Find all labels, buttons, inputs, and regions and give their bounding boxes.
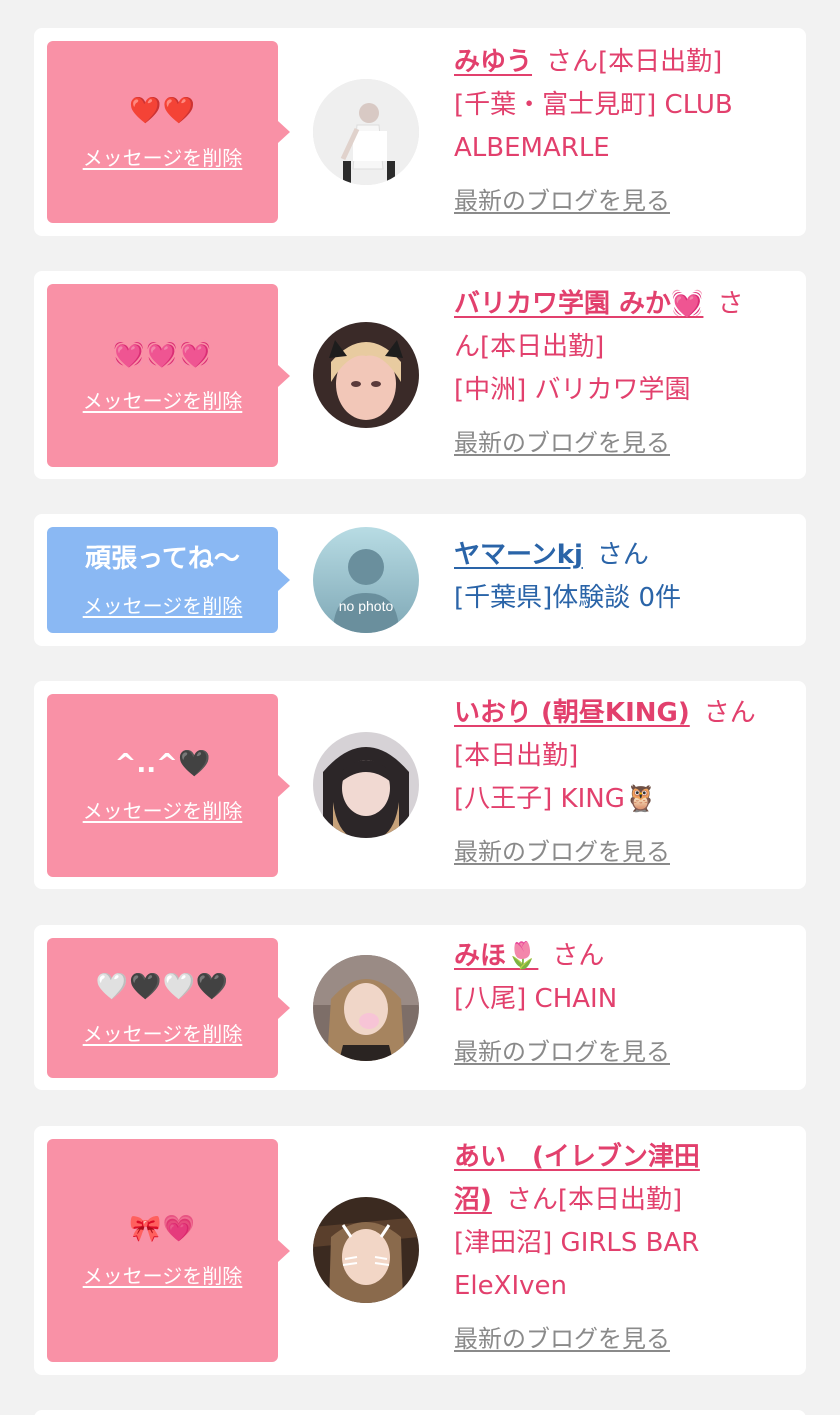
- shop-line: ALBEMARLE: [454, 133, 610, 163]
- message-card: ^..^🖤 メッセージを削除 いおり (朝昼KING) さん [本日出勤] [八王…: [34, 681, 806, 889]
- message-card: 頑張ってね〜 メッセージを削除 no photo ヤマーンkj さん [千葉県]体…: [34, 514, 806, 646]
- delete-message-link[interactable]: メッセージを削除: [83, 795, 243, 824]
- name-suffix: さん[本日出勤]: [546, 47, 723, 77]
- message-card-partial: [34, 1410, 806, 1415]
- name-suffix: さ: [717, 289, 744, 319]
- name-suffix: さん: [703, 698, 756, 728]
- name-suffix: さん: [596, 540, 649, 570]
- profile-info: いおり (朝昼KING) さん [本日出勤] [八王子] KING🦉 最新のブログ…: [454, 692, 794, 874]
- latest-blog-link[interactable]: 最新のブログを見る: [454, 831, 794, 874]
- shop-line: EleXIven: [454, 1271, 567, 1301]
- latest-blog-link[interactable]: 最新のブログを見る: [454, 1031, 794, 1074]
- latest-blog-link[interactable]: 最新のブログを見る: [454, 422, 794, 465]
- profile-name-link[interactable]: あい (イレブン津田: [454, 1142, 700, 1172]
- avatar[interactable]: [313, 322, 419, 428]
- latest-blog-link[interactable]: 最新のブログを見る: [454, 180, 794, 223]
- message-card: 🎀💗 メッセージを削除 あい (イレブン津田 沼) さん[本日出勤] [津田沼] …: [34, 1126, 806, 1375]
- message-bubble: 🎀💗 メッセージを削除: [47, 1139, 290, 1362]
- no-photo-avatar[interactable]: no photo: [313, 527, 419, 633]
- profile-name-link-cont[interactable]: 沼): [454, 1185, 492, 1215]
- latest-blog-link[interactable]: 最新のブログを見る: [454, 1318, 794, 1361]
- message-bubble: ❤️❤️ メッセージを削除: [47, 41, 290, 223]
- message-text: 頑張ってね〜: [85, 543, 240, 574]
- delete-message-link[interactable]: メッセージを削除: [83, 1260, 243, 1289]
- shop-line: [中洲] バリカワ学園: [454, 375, 691, 405]
- profile-info: あい (イレブン津田 沼) さん[本日出勤] [津田沼] GIRLS BAR El…: [454, 1136, 794, 1361]
- profile-name-link[interactable]: バリカワ学園 みか💓: [454, 289, 703, 319]
- attendance-line: [本日出勤]: [454, 741, 579, 771]
- message-bubble: 🤍🖤🤍🖤 メッセージを削除: [47, 938, 290, 1078]
- delete-message-link[interactable]: メッセージを削除: [83, 1018, 243, 1047]
- avatar[interactable]: [313, 732, 419, 838]
- name-suffix: さん[本日出勤]: [505, 1185, 683, 1215]
- profile-info: みほ🌷 さん [八尾] CHAIN 最新のブログを見る: [454, 935, 794, 1074]
- message-text: 🤍🖤🤍🖤: [95, 971, 230, 1002]
- name-suffix-cont: ん[本日出勤]: [454, 332, 605, 362]
- message-bubble: 💓💓💓 メッセージを削除: [47, 284, 290, 467]
- message-text: 🎀💗: [129, 1214, 196, 1244]
- avatar[interactable]: [313, 1197, 419, 1303]
- message-text: ❤️❤️: [129, 95, 196, 126]
- shop-line: [千葉・富士見町] CLUB: [454, 90, 733, 120]
- message-bubble: 頑張ってね〜 メッセージを削除: [47, 527, 290, 633]
- no-photo-label: no photo: [339, 598, 394, 614]
- profile-name-link[interactable]: ヤマーンkj: [454, 540, 583, 570]
- profile-name-link[interactable]: いおり (朝昼KING): [454, 698, 690, 728]
- shop-line: [津田沼] GIRLS BAR: [454, 1228, 700, 1258]
- profile-name-link[interactable]: みゆう: [454, 47, 532, 77]
- delete-message-link[interactable]: メッセージを削除: [83, 385, 243, 414]
- message-card: ❤️❤️ メッセージを削除 みゆう さん[本日出勤] [千葉・富士見町] CLUB…: [34, 28, 806, 236]
- shop-line: [八尾] CHAIN: [454, 984, 618, 1014]
- profile-info: ヤマーンkj さん [千葉県]体験談 0件: [454, 534, 794, 620]
- message-card: 🤍🖤🤍🖤 メッセージを削除 みほ🌷 さん [八尾] CHAIN 最新のブログを見る: [34, 925, 806, 1090]
- message-bubble: ^..^🖤 メッセージを削除: [47, 694, 290, 877]
- message-card: 💓💓💓 メッセージを削除 バリカワ学園 みか💓 さ ん[本日出勤] [中洲] バリ…: [34, 271, 806, 479]
- profile-name-link[interactable]: みほ🌷: [454, 941, 538, 971]
- avatar[interactable]: [313, 79, 419, 185]
- profile-info: バリカワ学園 みか💓 さ ん[本日出勤] [中洲] バリカワ学園 最新のブログを見…: [454, 283, 794, 465]
- shop-line: [八王子] KING🦉: [454, 784, 658, 814]
- message-text: 💓💓💓: [112, 339, 213, 369]
- review-count-line: [千葉県]体験談 0件: [454, 583, 682, 613]
- profile-info: みゆう さん[本日出勤] [千葉・富士見町] CLUB ALBEMARLE 最新の…: [454, 41, 794, 223]
- message-text: ^..^🖤: [114, 749, 211, 779]
- delete-message-link[interactable]: メッセージを削除: [83, 142, 243, 171]
- avatar[interactable]: [313, 955, 419, 1061]
- delete-message-link[interactable]: メッセージを削除: [83, 590, 243, 619]
- name-suffix: さん: [552, 941, 605, 971]
